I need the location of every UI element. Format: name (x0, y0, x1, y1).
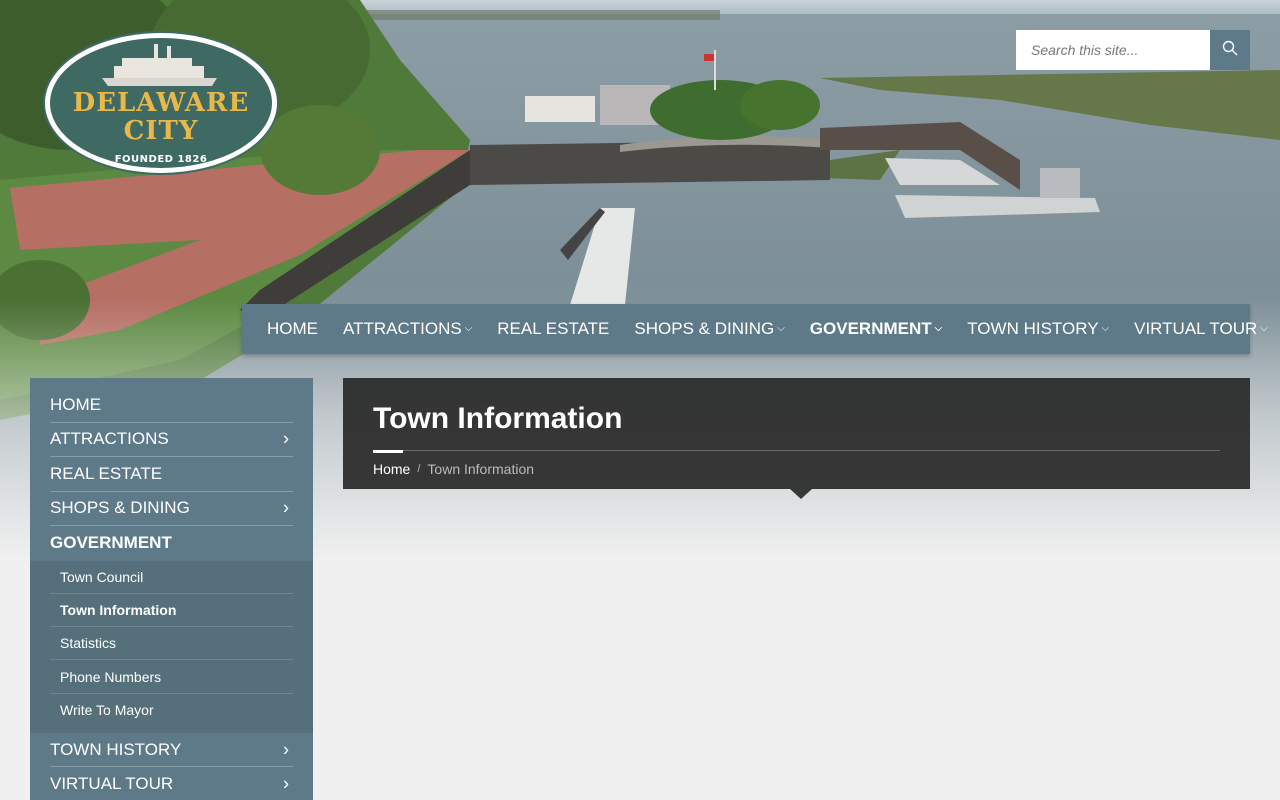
breadcrumb-current: Town Information (427, 461, 535, 477)
nav-attractions-label: ATTRACTIONS (343, 319, 462, 338)
nav-town-history-label: TOWN HISTORY (967, 319, 1099, 338)
sidebar-item-label: SHOPS & DINING (50, 498, 190, 518)
sidebar-item-label: GOVERNMENT (50, 533, 172, 553)
main-nav: HOME ATTRACTIONS ⌵ REAL ESTATE SHOPS & D… (242, 304, 1268, 354)
chevron-down-icon: ⌵ (464, 322, 473, 334)
sidebar-item-shops-dining[interactable]: SHOPS & DINING › (50, 492, 293, 526)
site-search (1016, 30, 1250, 70)
nav-real-estate[interactable]: REAL ESTATE (497, 319, 609, 339)
sidebar-subitem-label: Phone Numbers (60, 668, 162, 685)
nav-town-history[interactable]: TOWN HISTORY ⌵ (967, 319, 1109, 339)
nav-government[interactable]: GOVERNMENT ⌵ (810, 319, 942, 339)
chevron-down-icon: ⌵ (777, 322, 785, 334)
page-header: Town Information Home / Town Information (343, 378, 1250, 499)
logo-founded: FOUNDED 1826 (114, 154, 208, 165)
sidebar-item-town-history[interactable]: TOWN HISTORY › (50, 733, 293, 768)
logo-text-line2: CITY (123, 116, 199, 146)
sidebar-item-real-estate[interactable]: REAL ESTATE (50, 457, 293, 492)
chevron-right-icon: › (283, 773, 289, 794)
chevron-down-icon: ⌵ (934, 322, 943, 334)
sidebar-item-virtual-tour[interactable]: VIRTUAL TOUR › (50, 767, 293, 800)
nav-virtual-tour-label: VIRTUAL TOUR (1134, 319, 1258, 338)
header-notch (790, 489, 812, 499)
nav-home-label: HOME (267, 319, 318, 338)
sidebar-item-label: HOME (50, 394, 101, 414)
chevron-right-icon: › (283, 739, 289, 760)
sidebar-nav: HOME ATTRACTIONS › REAL ESTATE SHOPS & D… (30, 378, 313, 800)
nav-government-label: GOVERNMENT (809, 319, 932, 338)
sidebar-subitem-label: Write To Mayor (60, 702, 154, 719)
site-logo[interactable]: DELAWARE CITY FOUNDED 1826 (42, 30, 280, 176)
sidebar-subitem-write-to-mayor[interactable]: Write To Mayor (50, 694, 293, 727)
chevron-right-icon: › (283, 428, 289, 449)
chevron-right-icon: › (283, 497, 289, 518)
sidebar-item-attractions[interactable]: ATTRACTIONS › (50, 423, 293, 457)
sidebar-subitem-town-information[interactable]: Town Information (50, 594, 293, 628)
nav-real-estate-label: REAL ESTATE (497, 319, 610, 338)
sidebar-item-label: VIRTUAL TOUR (50, 774, 174, 794)
sidebar-subitem-town-council[interactable]: Town Council (50, 561, 293, 594)
breadcrumb-separator: / (417, 463, 421, 475)
search-button[interactable] (1210, 30, 1250, 70)
sidebar-item-label: TOWN HISTORY (50, 739, 182, 759)
page-title: Town Information (373, 402, 623, 435)
sidebar-submenu-government: Town Council Town Information Statistics… (30, 560, 313, 733)
sidebar-item-government[interactable]: GOVERNMENT (50, 526, 293, 561)
sidebar-subitem-phone-numbers[interactable]: Phone Numbers (50, 660, 293, 694)
chevron-down-icon: ⌵ (1260, 322, 1268, 334)
sidebar-item-home[interactable]: HOME (50, 388, 293, 423)
chevron-down-icon: ⌵ (1101, 322, 1110, 334)
title-divider (373, 450, 1220, 453)
nav-shops-dining-label: SHOPS & DINING (634, 319, 775, 338)
logo-text-line1: DELAWARE (72, 88, 250, 118)
sidebar-item-label: REAL ESTATE (50, 463, 163, 483)
nav-virtual-tour[interactable]: VIRTUAL TOUR ⌵ (1134, 319, 1268, 339)
sidebar-subitem-label: Statistics (60, 635, 117, 652)
sidebar-subitem-statistics[interactable]: Statistics (50, 627, 293, 661)
nav-attractions[interactable]: ATTRACTIONS ⌵ (343, 319, 472, 339)
search-input[interactable] (1016, 30, 1210, 70)
sidebar-subitem-label: Town Council (60, 568, 144, 585)
search-icon (1222, 40, 1238, 61)
breadcrumb-home[interactable]: Home (373, 461, 410, 477)
sidebar-subitem-label: Town Information (60, 601, 177, 618)
nav-home[interactable]: HOME (267, 319, 318, 339)
breadcrumb: Home / Town Information (373, 461, 1220, 477)
sidebar-item-label: ATTRACTIONS (50, 429, 169, 449)
nav-shops-dining[interactable]: SHOPS & DINING ⌵ (634, 319, 784, 339)
